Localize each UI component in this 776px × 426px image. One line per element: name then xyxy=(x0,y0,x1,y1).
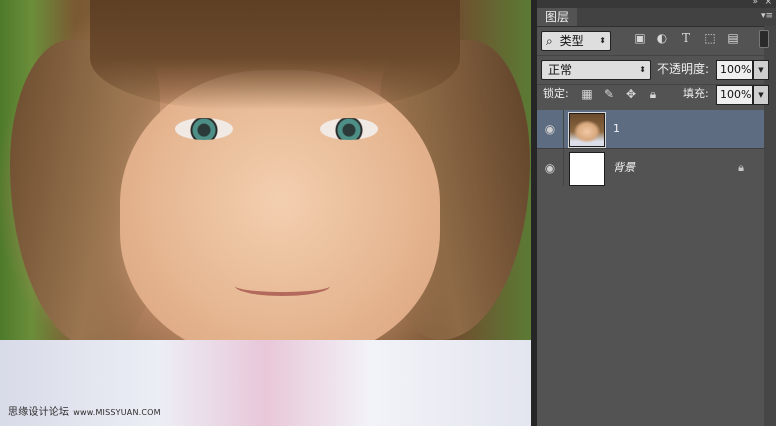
watermark-cn: 思缘设计论坛 xyxy=(8,407,70,418)
filter-type-dropdown[interactable]: ⌕ 类型 ⬍ xyxy=(541,31,611,51)
fill-label: 填充: xyxy=(683,87,709,100)
collapse-icon[interactable]: » xyxy=(752,0,758,7)
fill-field[interactable]: 100% xyxy=(716,85,753,105)
panel-titlebar: » × xyxy=(537,0,776,8)
photo-mouth xyxy=(235,276,330,296)
shape-filter-icon[interactable]: ⬚ xyxy=(703,31,717,45)
photo-bangs xyxy=(90,0,460,110)
layers-panel: » × 图层 ▾≡ ⌕ 类型 ⬍ ▣ ◐ T ⬚ ▤ 正常 ⬍ 不透明度: 10… xyxy=(537,0,776,426)
blend-row: 正常 ⬍ 不透明度: 100% ▼ xyxy=(537,56,769,85)
lock-icon: 🔒︎ xyxy=(738,161,744,174)
image-filter-icon[interactable]: ▣ xyxy=(633,31,647,45)
watermark-url: www.MISSYUAN.COM xyxy=(73,408,161,417)
lock-transparent-icon[interactable]: ▦ xyxy=(580,87,594,101)
visibility-eye-icon[interactable]: ◉ xyxy=(537,149,564,187)
watermark: 思缘设计论坛 www.MISSYUAN.COM xyxy=(8,403,161,418)
layer-name[interactable]: 背景 xyxy=(613,149,635,187)
filter-row: ⌕ 类型 ⬍ ▣ ◐ T ⬚ ▤ xyxy=(537,27,764,56)
lock-position-icon[interactable]: ✥ xyxy=(624,87,638,101)
layer-row-background[interactable]: ◉ 背景 🔒︎ xyxy=(537,149,764,188)
opacity-dropdown-icon[interactable]: ▼ xyxy=(753,60,769,80)
updown-arrow-icon: ⬍ xyxy=(599,36,606,45)
layers-empty-area[interactable] xyxy=(537,186,764,426)
layer-row-1[interactable]: ◉ 1 xyxy=(537,110,764,149)
lock-row: 锁定: ▦ ✎ ✥ 🔒︎ 填充: 100% ▼ xyxy=(537,84,769,111)
lock-image-icon[interactable]: ✎ xyxy=(602,87,616,101)
opacity-field[interactable]: 100% xyxy=(716,60,753,80)
type-filter-icon[interactable]: T xyxy=(679,31,693,45)
adjustment-filter-icon[interactable]: ◐ xyxy=(655,31,669,45)
blend-mode-dropdown[interactable]: 正常 ⬍ xyxy=(541,60,651,80)
visibility-eye-icon[interactable]: ◉ xyxy=(537,110,564,148)
panel-menu-icon[interactable]: ▾≡ xyxy=(761,11,773,21)
layer-thumbnail xyxy=(568,112,606,148)
layer-name[interactable]: 1 xyxy=(613,110,620,148)
filter-toggle[interactable] xyxy=(759,30,769,48)
smart-object-filter-icon[interactable]: ▤ xyxy=(726,31,740,45)
layer-thumbnail xyxy=(569,152,605,186)
fill-dropdown-icon[interactable]: ▼ xyxy=(753,85,769,105)
updown-arrow-icon: ⬍ xyxy=(639,65,646,74)
photo-eye-left xyxy=(175,118,233,140)
close-icon[interactable]: × xyxy=(764,0,772,7)
photo-face xyxy=(120,70,440,360)
lock-all-icon[interactable]: 🔒︎ xyxy=(646,87,660,101)
document-canvas[interactable]: 思缘设计论坛 www.MISSYUAN.COM xyxy=(0,0,531,426)
filter-type-label: 类型 xyxy=(559,34,584,48)
blend-mode-value: 正常 xyxy=(548,63,573,77)
search-icon: ⌕ xyxy=(546,34,553,48)
lock-label: 锁定: xyxy=(543,87,569,100)
photo-eye-right xyxy=(320,118,378,140)
panel-tab-row: 图层 ▾≡ xyxy=(537,8,776,27)
tab-layers[interactable]: 图层 xyxy=(537,8,578,26)
opacity-label: 不透明度: xyxy=(657,62,710,76)
